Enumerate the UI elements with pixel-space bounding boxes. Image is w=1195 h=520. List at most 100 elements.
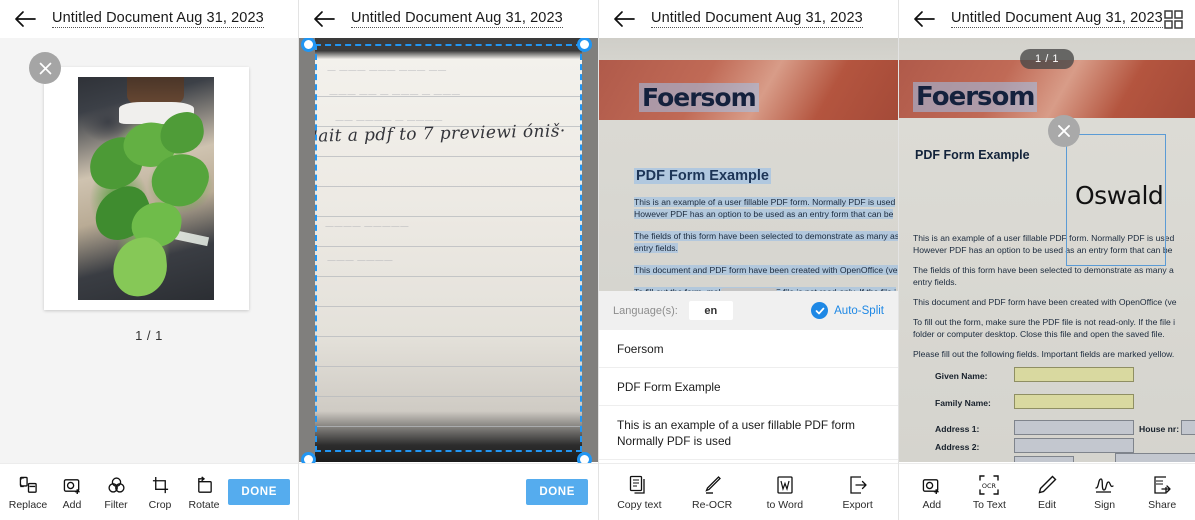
doc-paragraph: Please fill out the following fields. Im… (913, 349, 1175, 359)
add-button[interactable]: Add (50, 474, 94, 511)
svg-text:OCR: OCR (982, 482, 997, 490)
panel1-header: Untitled Document Aug 31, 2023 (0, 0, 298, 38)
export-button[interactable]: Export (821, 474, 894, 511)
add-label: Add (922, 498, 942, 511)
panel3-header: Untitled Document Aug 31, 2023 (599, 0, 898, 38)
pencil-reocr-icon (702, 474, 722, 495)
filter-button[interactable]: Filter (94, 474, 138, 511)
document-heading: PDF Form Example (634, 168, 771, 184)
field-input[interactable] (1181, 420, 1195, 435)
field-label: City: (1095, 460, 1114, 462)
to-text-button[interactable]: OCR To Text (961, 474, 1019, 511)
doc-paragraph: However PDF has an option to be used as … (634, 209, 894, 219)
crop-button[interactable]: Crop (138, 474, 182, 511)
close-icon[interactable] (1048, 115, 1080, 147)
share-button[interactable]: Share (1133, 474, 1191, 511)
ocr-text-list[interactable]: Foersom PDF Form Example This is an exam… (599, 330, 898, 462)
photo-card[interactable] (44, 67, 249, 310)
page-title[interactable]: Untitled Document Aug 31, 2023 (651, 10, 863, 28)
grid-2x2-icon[interactable] (1163, 6, 1185, 32)
doc-paragraph: To fill out the form, make sure the PDF … (913, 317, 1176, 327)
export-arrow-icon (848, 474, 868, 495)
language-value[interactable]: en (688, 301, 733, 320)
list-item[interactable]: However PDF has an option to be used as … (599, 460, 898, 462)
panel-document-sign: Untitled Document Aug 31, 2023 1 / 1 Foe… (899, 0, 1195, 520)
sign-label: Sign (1094, 498, 1116, 511)
list-item[interactable]: Foersom (599, 330, 898, 368)
export-label: Export (842, 498, 873, 511)
field-input[interactable] (1014, 456, 1074, 462)
document-preview[interactable]: Foersom PDF Form Example This is an exam… (599, 38, 898, 291)
doc-paragraph: entry fields. (913, 277, 957, 287)
document-logo: Foersom (639, 83, 759, 112)
notebook-scan-image: — ——— ——— ——— —— ——— —— — ——— — ——— —— —… (315, 38, 582, 462)
field-input[interactable] (1014, 367, 1134, 382)
crop-handle-top-right[interactable] (577, 37, 592, 52)
auto-split-toggle[interactable]: Auto-Split (811, 302, 884, 319)
ocr-frame-icon: OCR (979, 474, 1000, 495)
faint-writing: ——— —— — ——— — ——— (329, 90, 461, 100)
faint-writing: ——— ———— (327, 256, 393, 266)
page-title[interactable]: Untitled Document Aug 31, 2023 (951, 10, 1163, 28)
panel2-header: Untitled Document Aug 31, 2023 (299, 0, 598, 38)
close-icon[interactable] (29, 52, 61, 84)
to-word-button[interactable]: to Word (749, 474, 822, 511)
back-arrow-icon[interactable] (909, 4, 939, 34)
back-arrow-icon[interactable] (309, 4, 339, 34)
check-icon (811, 302, 829, 319)
panel4-toolbar: Add OCR To Text Edit Sign Share (899, 463, 1195, 520)
edit-button[interactable]: Edit (1018, 474, 1076, 511)
ruled-lines (315, 38, 582, 462)
field-input[interactable] (1014, 394, 1134, 409)
word-w-icon (775, 474, 795, 495)
field-label: Postcode: (935, 460, 977, 462)
crop-label: Crop (148, 498, 172, 511)
filter-circles-icon (107, 474, 126, 495)
page-title[interactable]: Untitled Document Aug 31, 2023 (351, 10, 563, 28)
sign-button[interactable]: Sign (1076, 474, 1134, 511)
field-label: Address 1: (935, 424, 980, 434)
replace-button[interactable]: Replace (6, 474, 50, 511)
crop-canvas[interactable]: — ——— ——— ——— —— ——— —— — ——— — ——— —— —… (299, 38, 598, 462)
edit-label: Edit (1037, 498, 1057, 511)
done-button[interactable]: DONE (526, 479, 588, 505)
panel-crop-editor: Untitled Document Aug 31, 2023 — ——— ———… (299, 0, 599, 520)
panel1-toolbar: Replace Add Filter Crop Rotate DONE (0, 463, 298, 520)
field-input[interactable] (1014, 438, 1134, 453)
filter-label: Filter (104, 498, 128, 511)
page-title[interactable]: Untitled Document Aug 31, 2023 (52, 10, 264, 28)
pen-edit-icon (1037, 474, 1057, 495)
doc-paragraph: The fields of this form have been select… (634, 231, 898, 241)
language-bar: Language(s): en Auto-Split (599, 291, 898, 330)
list-item[interactable]: This is an example of a user fillable PD… (599, 406, 898, 460)
document-logo: Foersom (913, 82, 1038, 112)
crop-handle-top-left[interactable] (301, 37, 316, 52)
add-button[interactable]: Add (903, 474, 961, 511)
rotate-icon (195, 474, 214, 495)
camera-plus-icon (63, 474, 82, 495)
back-arrow-icon[interactable] (10, 4, 40, 34)
auto-split-label: Auto-Split (834, 304, 884, 317)
field-label: Address 2: (935, 442, 980, 452)
panel3-toolbar: Copy text Re-OCR to Word Export (599, 463, 898, 520)
field-label: House nr: (1139, 424, 1180, 434)
re-ocr-button[interactable]: Re-OCR (676, 474, 749, 511)
rotate-button[interactable]: Rotate (182, 474, 226, 511)
signature-icon (1094, 474, 1116, 495)
field-input[interactable] (1014, 420, 1134, 435)
field-input[interactable] (1115, 453, 1195, 462)
signature-text[interactable]: Oswald (1075, 181, 1164, 210)
done-button[interactable]: DONE (228, 479, 290, 505)
list-item[interactable]: PDF Form Example (599, 368, 898, 406)
back-arrow-icon[interactable] (609, 4, 639, 34)
add-label: Add (62, 498, 82, 511)
copy-text-icon (629, 474, 649, 495)
doc-paragraph: entry fields. (634, 243, 678, 253)
document-canvas[interactable]: 1 / 1 Foersom Oswald PDF Form Example Th… (899, 38, 1195, 462)
panel-ocr-result: Untitled Document Aug 31, 2023 Foersom P… (599, 0, 899, 520)
panel-image-preview: Untitled Document Aug 31, 2023 1 / 1 Rep… (0, 0, 299, 520)
page-indicator: 1 / 1 (135, 328, 163, 343)
crop-icon (151, 474, 170, 495)
doc-paragraph: This document and PDF form have been cre… (634, 265, 898, 275)
copy-text-button[interactable]: Copy text (603, 474, 676, 511)
